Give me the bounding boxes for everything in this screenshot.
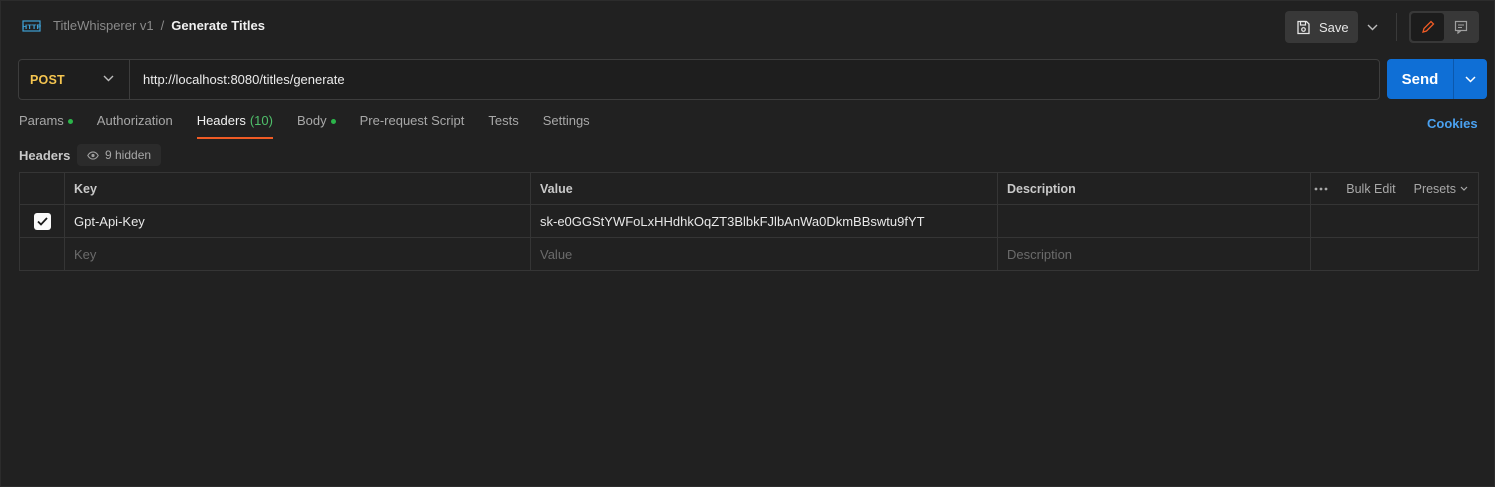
new-description-input[interactable]: Description xyxy=(998,238,1311,270)
checkbox-cell xyxy=(20,205,65,237)
chevron-down-icon xyxy=(1460,186,1468,191)
chevron-down-icon xyxy=(1465,75,1476,83)
headers-section-title: Headers xyxy=(19,148,71,163)
status-dot xyxy=(330,119,336,124)
send-options-button[interactable] xyxy=(1454,59,1487,99)
new-value-input[interactable]: Value xyxy=(531,238,998,270)
row-extra-cell xyxy=(1311,205,1478,237)
description-placeholder: Description xyxy=(1007,246,1073,262)
comments-button[interactable] xyxy=(1444,13,1477,41)
url-bar: POST xyxy=(18,59,1380,100)
key-placeholder: Key xyxy=(74,246,97,262)
save-icon xyxy=(1297,20,1310,34)
checkbox-column-header xyxy=(20,173,65,204)
more-options-button[interactable] xyxy=(1314,187,1328,191)
comment-icon xyxy=(1454,20,1467,34)
http-request-icon: HTTP xyxy=(22,17,42,35)
header-key-text: Gpt-Api-Key xyxy=(74,213,145,229)
header-description-cell[interactable] xyxy=(998,205,1311,237)
edit-mode-button[interactable] xyxy=(1411,13,1444,41)
top-bar: HTTP TitleWhisperer v1 / Generate Titles… xyxy=(1,1,1495,53)
status-dot xyxy=(67,119,73,124)
tab-pre-request-script[interactable]: Pre-request Script xyxy=(360,113,465,139)
column-header-value: Value xyxy=(531,173,998,204)
tab-count: (10) xyxy=(249,113,273,128)
url-input[interactable] xyxy=(130,60,1379,99)
send-button[interactable]: Send xyxy=(1387,71,1453,88)
method-label: POST xyxy=(30,72,65,87)
table-header-row: Key Value Description Bulk Edit Presets xyxy=(20,173,1478,205)
column-header-key: Key xyxy=(65,173,531,204)
value-placeholder: Value xyxy=(540,246,573,262)
tab-label: Pre-request Script xyxy=(359,113,465,128)
tab-label: Settings xyxy=(542,113,590,128)
table-row-new: Key Value Description xyxy=(20,238,1478,270)
save-options-button[interactable] xyxy=(1359,11,1385,43)
tab-params[interactable]: Params xyxy=(19,113,73,139)
presets-dropdown[interactable]: Presets xyxy=(1414,182,1468,196)
header-key-cell[interactable]: Gpt-Api-Key xyxy=(65,205,531,237)
tab-body[interactable]: Body xyxy=(297,113,336,139)
tab-label: Authorization xyxy=(96,113,173,128)
chevron-down-icon xyxy=(1367,24,1377,30)
enabled-checkbox[interactable] xyxy=(33,212,51,230)
cookies-link[interactable]: Cookies xyxy=(1427,116,1478,131)
table-row: Gpt-Api-Key sk-e0GGStYWFoLxHHdhkOqZT3Blb… xyxy=(20,205,1478,238)
svg-text:HTTP: HTTP xyxy=(22,23,41,31)
tab-label: Headers xyxy=(196,113,246,128)
table-actions: Bulk Edit Presets xyxy=(1311,173,1478,204)
tab-label: Tests xyxy=(488,113,519,128)
hidden-headers-toggle[interactable]: 9 hidden xyxy=(77,144,162,166)
headers-table: Key Value Description Bulk Edit Presets xyxy=(19,172,1479,271)
breadcrumb-separator: / xyxy=(160,18,165,33)
save-label: Save xyxy=(1319,19,1349,35)
breadcrumb-collection[interactable]: TitleWhisperer v1 xyxy=(53,18,154,33)
method-select[interactable]: POST xyxy=(19,60,130,99)
chevron-down-icon xyxy=(103,75,114,82)
request-title[interactable]: Generate Titles xyxy=(171,18,265,33)
tab-settings[interactable]: Settings xyxy=(543,113,590,139)
tab-tests[interactable]: Tests xyxy=(488,113,518,139)
tab-label: Body xyxy=(296,113,327,128)
request-tabs: Params Authorization Headers (10) Body P… xyxy=(19,113,614,141)
header-value-text: sk-e0GGStYWFoLxHHdhkOqZT3BlbkFJlbAnWa0Dk… xyxy=(540,213,925,229)
pencil-icon xyxy=(1421,20,1434,33)
ellipsis-icon xyxy=(1314,187,1328,190)
tab-label: Params xyxy=(19,113,64,128)
column-header-description: Description xyxy=(998,173,1311,204)
tab-authorization[interactable]: Authorization xyxy=(97,113,173,139)
send-button-group: Send xyxy=(1387,59,1487,99)
breadcrumb: TitleWhisperer v1 / Generate Titles xyxy=(53,18,265,33)
eye-icon xyxy=(87,150,99,160)
view-toggle xyxy=(1409,11,1479,43)
presets-label: Presets xyxy=(1413,181,1456,196)
tab-headers[interactable]: Headers (10) xyxy=(196,113,274,139)
hidden-count-label: 9 hidden xyxy=(105,148,152,162)
checkmark-icon xyxy=(36,216,48,226)
new-key-input[interactable]: Key xyxy=(65,238,531,270)
row-extra-cell xyxy=(1311,238,1478,270)
header-value-cell[interactable]: sk-e0GGStYWFoLxHHdhkOqZT3BlbkFJlbAnWa0Dk… xyxy=(531,205,998,237)
bulk-edit-button[interactable]: Bulk Edit xyxy=(1346,182,1395,196)
toolbar-divider xyxy=(1396,13,1397,41)
checkbox-cell xyxy=(20,238,65,270)
save-button[interactable]: Save xyxy=(1285,11,1358,43)
